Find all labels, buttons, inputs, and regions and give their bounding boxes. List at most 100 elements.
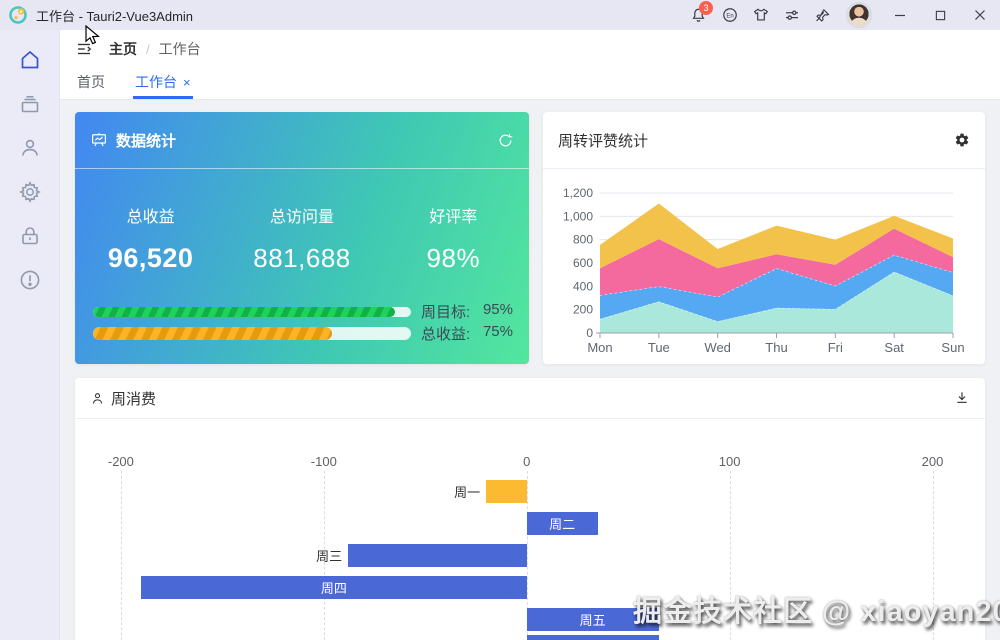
stat-value: 881,688: [226, 243, 377, 274]
tab-workbench[interactable]: 工作台 ×: [133, 68, 193, 99]
progress-label: 总收益:: [421, 323, 470, 344]
progress-percent: 95%: [483, 301, 513, 322]
x-axis-label: 0: [523, 454, 530, 469]
bar-label: 周六: [527, 635, 659, 640]
tab-home[interactable]: 首页: [75, 68, 107, 99]
stat-total-visits: 总访问量 881,688: [226, 203, 377, 274]
theme-skin-button[interactable]: [745, 0, 776, 30]
download-icon: [954, 390, 970, 406]
breadcrumb-current: 工作台: [159, 39, 201, 59]
x-axis-label: Tue: [648, 340, 670, 355]
x-axis-label: Sat: [884, 340, 904, 355]
close-button[interactable]: [960, 0, 1000, 30]
lock-icon: [18, 224, 42, 248]
tab-home-label: 首页: [77, 72, 105, 92]
minimize-icon: [894, 9, 906, 21]
notification-bell-button[interactable]: 3: [683, 0, 714, 30]
x-axis-label: Fri: [828, 340, 843, 355]
x-axis-label: Sun: [941, 340, 964, 355]
stats-row: 总收益 96,520 总访问量 881,688 好评率 98%: [75, 203, 529, 274]
sidebar-item-home[interactable]: [10, 38, 50, 82]
stat-label: 总收益: [75, 203, 226, 227]
user-avatar[interactable]: [846, 2, 872, 28]
main-area: 主页 / 工作台 首页 工作台 × 数据统计: [60, 30, 1000, 640]
progress-fill: [93, 307, 395, 317]
sidebar-item-settings[interactable]: [10, 170, 50, 214]
data-statistics-title: 数据统计: [116, 130, 497, 151]
progress-fill: [93, 327, 332, 340]
weekly-rating-title: 周转评赞统计: [558, 130, 954, 151]
grid-line: [121, 471, 122, 640]
x-axis-label: -200: [108, 454, 134, 469]
x-axis-label: Mon: [587, 340, 612, 355]
refresh-button[interactable]: [497, 132, 514, 149]
pin-window-button[interactable]: [807, 0, 838, 30]
sidebar-item-lock[interactable]: [10, 214, 50, 258]
x-axis-label: -100: [311, 454, 337, 469]
progress-label: 周目标:: [421, 301, 470, 322]
svg-text:En: En: [726, 13, 733, 19]
window-title: 工作台 - Tauri2-Vue3Admin: [36, 6, 193, 25]
y-axis-label: 1,000: [563, 209, 593, 223]
notification-badge: 3: [699, 1, 713, 15]
weekly-rating-card: 周转评赞统计 02004006008001,0001,200MonTueWedT…: [543, 112, 985, 364]
close-icon: [974, 9, 986, 21]
sidebar-item-warning[interactable]: [10, 258, 50, 302]
app-logo-icon: [8, 5, 28, 25]
bar-周三: [348, 544, 527, 567]
refresh-icon: [497, 132, 514, 149]
maximize-button[interactable]: [920, 0, 960, 30]
y-axis-label: 800: [573, 233, 593, 247]
progress-track: [93, 307, 411, 317]
maximize-icon: [935, 10, 946, 21]
x-axis-label: Thu: [765, 340, 787, 355]
weekly-rating-header: 周转评赞统计: [543, 112, 985, 169]
fold-menu-icon: [75, 40, 93, 58]
user-icon: [18, 136, 42, 160]
sidebar-item-archive[interactable]: [10, 82, 50, 126]
x-axis-label: Wed: [704, 340, 731, 355]
progress-total-revenue: 总收益: 75%: [93, 323, 513, 344]
language-switch-button[interactable]: En: [714, 0, 745, 30]
gear-icon: [18, 180, 42, 204]
stat-positive-rate: 好评率 98%: [378, 203, 529, 274]
collapse-menu-button[interactable]: [75, 40, 93, 58]
tab-bar: 首页 工作台 ×: [60, 68, 1000, 100]
tab-close-icon[interactable]: ×: [183, 76, 191, 89]
bar-周一: [486, 480, 527, 503]
bar-label: 周三: [296, 544, 342, 567]
x-axis-label: 100: [719, 454, 741, 469]
y-axis-label: 200: [573, 303, 593, 317]
tshirt-icon: [752, 6, 770, 24]
stacked-area-chart[interactable]: 02004006008001,0001,200MonTueWedThuFriSa…: [543, 169, 985, 363]
bar-label: 周四: [141, 576, 527, 599]
dashboard-board-icon: [90, 131, 108, 149]
sidebar: [0, 30, 60, 640]
warning-icon: [18, 268, 42, 292]
sidebar-item-user[interactable]: [10, 126, 50, 170]
person-icon: [90, 391, 105, 406]
bar-label: 周二: [527, 512, 598, 535]
watermark: 掘金技术社区 @ xiaoyan2015: [633, 588, 1000, 630]
stat-label: 好评率: [378, 203, 529, 227]
y-axis-label: 1,200: [563, 186, 593, 200]
bar-label: 周一: [434, 480, 480, 503]
breadcrumb-home[interactable]: 主页: [109, 39, 137, 59]
weekly-consumption-header: 周消费: [75, 378, 985, 419]
tab-workbench-label: 工作台: [135, 72, 177, 92]
pin-icon: [814, 7, 831, 24]
y-axis-label: 400: [573, 279, 593, 293]
y-axis-label: 0: [586, 326, 593, 340]
sliders-icon: [783, 6, 801, 24]
stat-total-revenue: 总收益 96,520: [75, 203, 226, 274]
language-icon: En: [721, 6, 739, 24]
download-button[interactable]: [954, 390, 970, 406]
progress-percent: 75%: [483, 323, 513, 344]
stat-value: 96,520: [75, 243, 226, 274]
minimize-button[interactable]: [880, 0, 920, 30]
progress-week-goal: 周目标: 95%: [93, 301, 513, 322]
chart-settings-button[interactable]: [954, 132, 970, 148]
home-icon: [18, 48, 42, 72]
layout-settings-button[interactable]: [776, 0, 807, 30]
breadcrumb-bar: 主页 / 工作台: [60, 30, 1000, 68]
